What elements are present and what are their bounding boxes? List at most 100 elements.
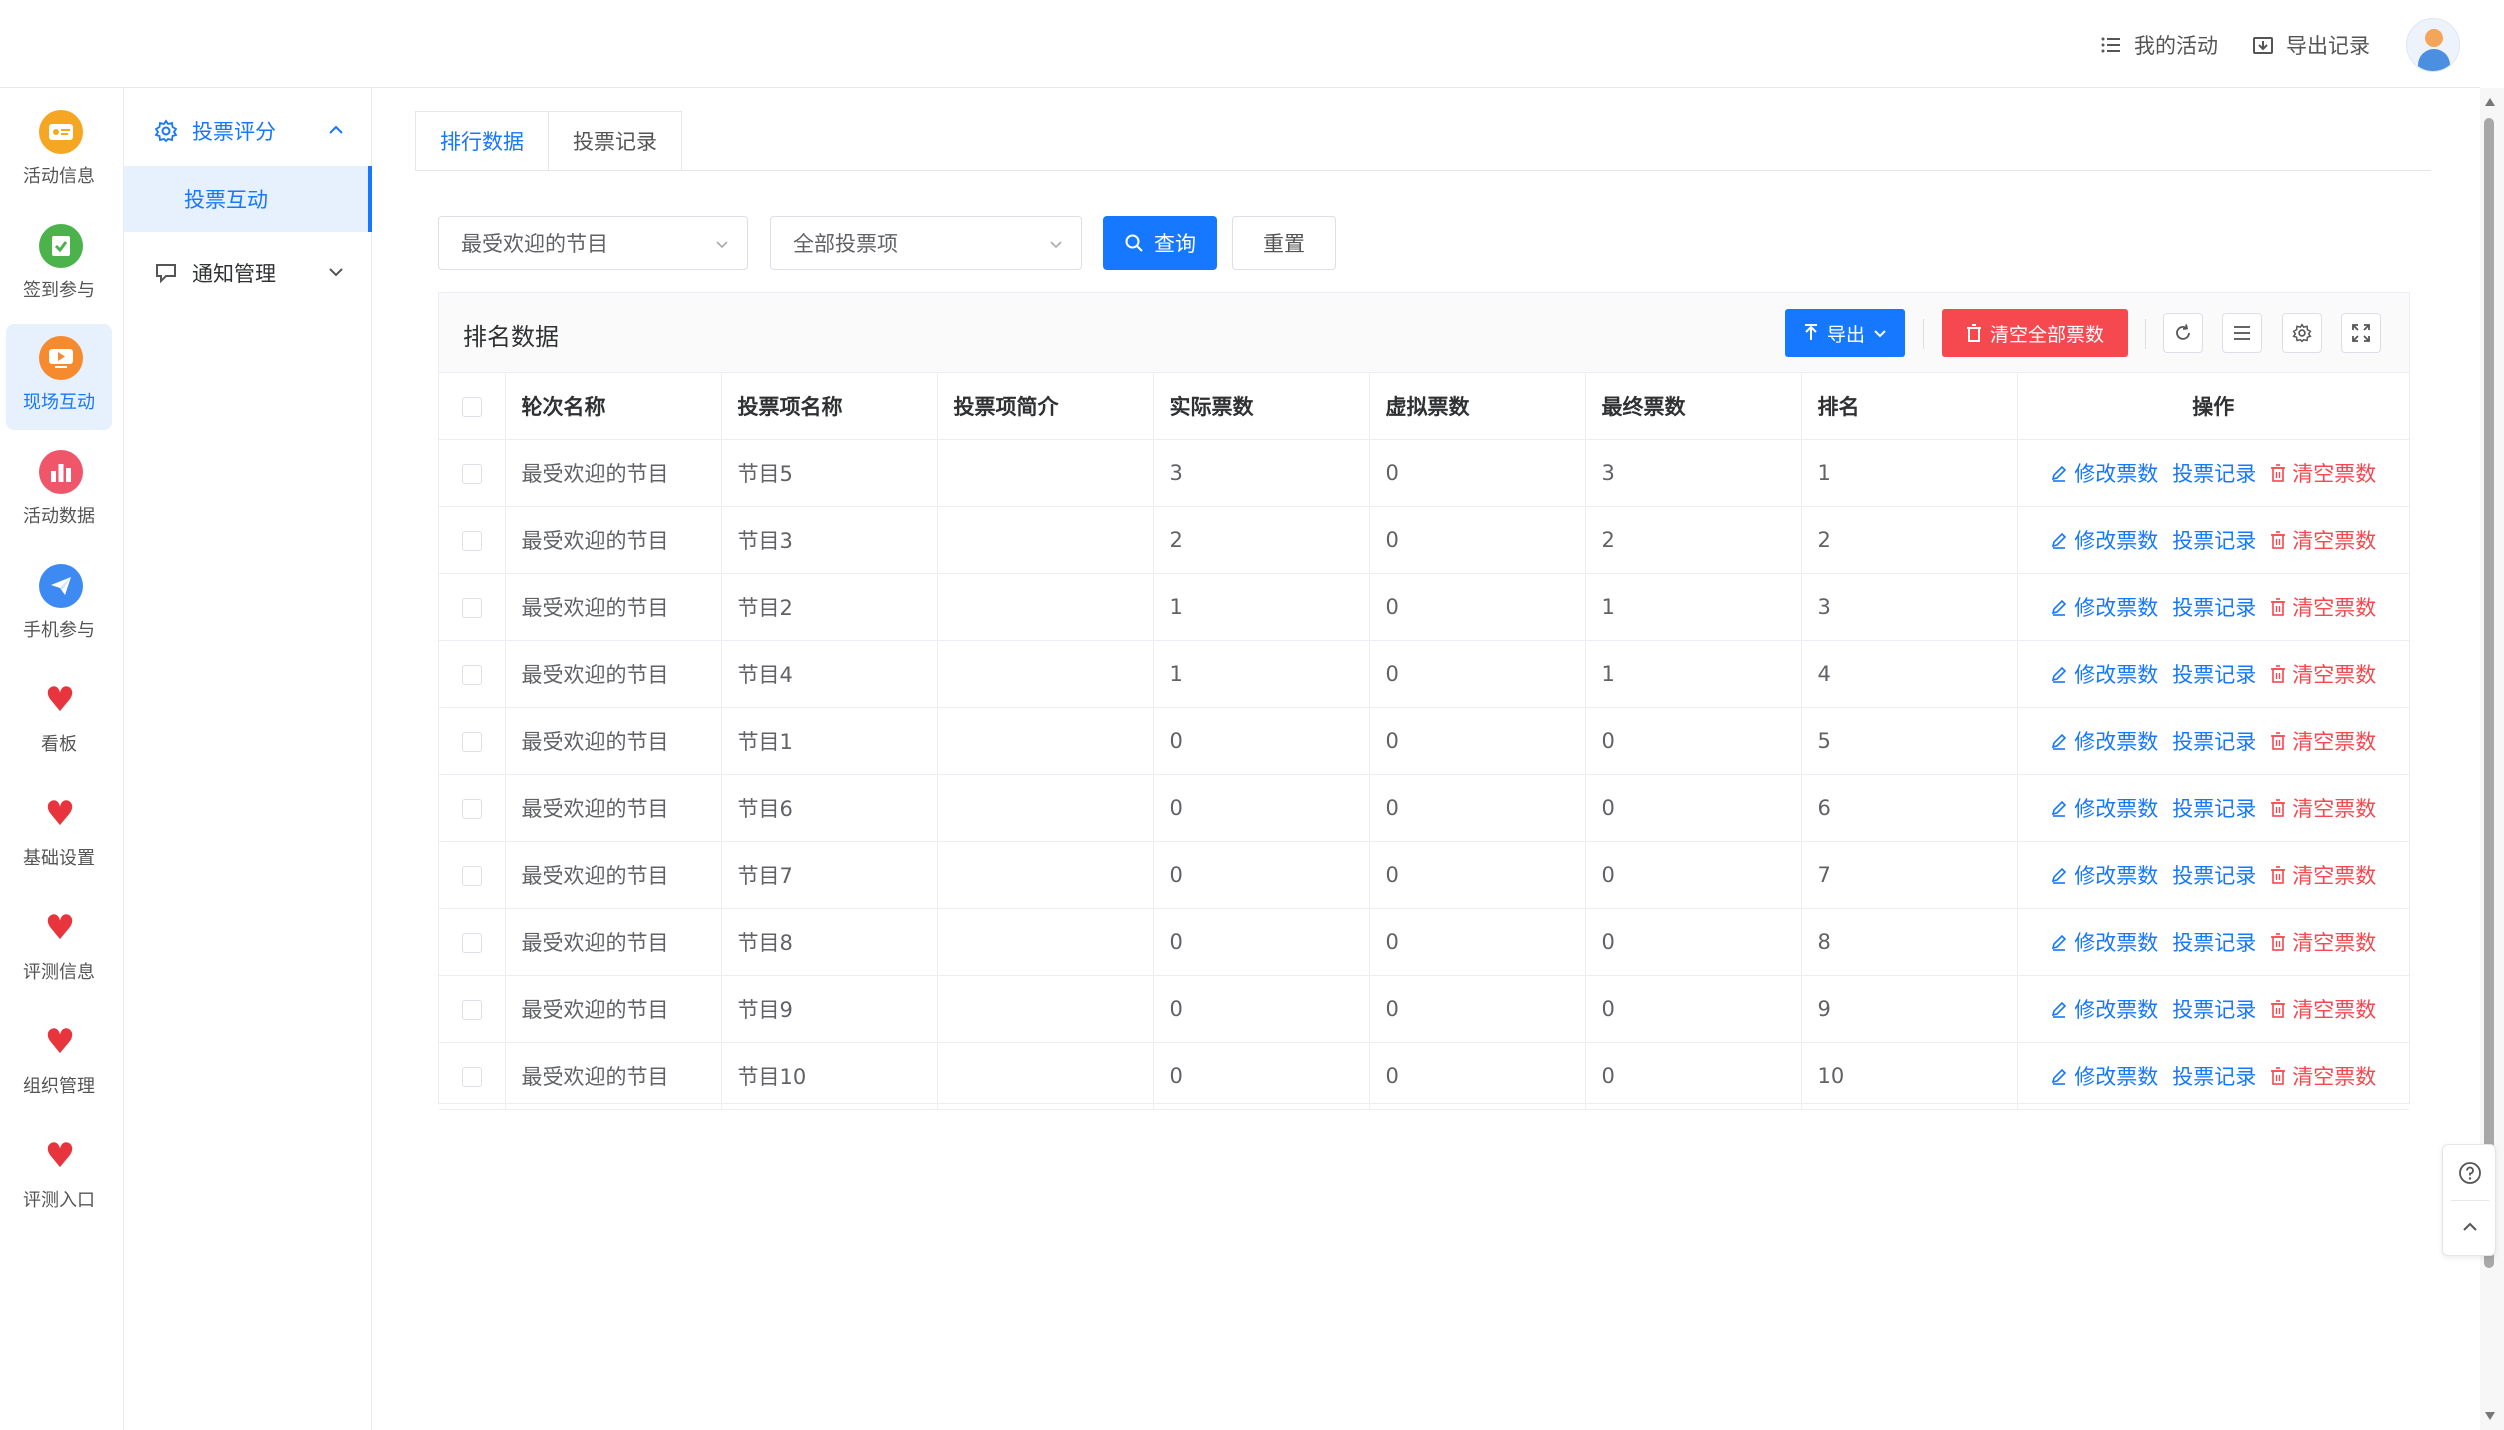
clear-votes-link[interactable]: 清空票数 xyxy=(2270,860,2376,890)
edit-votes-link[interactable]: 修改票数 xyxy=(2050,726,2158,756)
row-checkbox[interactable] xyxy=(461,463,482,484)
row-checkbox[interactable] xyxy=(461,999,482,1020)
vote-records-label: 投票记录 xyxy=(2172,1064,2257,1089)
edit-votes-link[interactable]: 修改票数 xyxy=(2050,994,2158,1024)
rail-item-live-interaction[interactable]: 现场互动 xyxy=(6,324,112,430)
actual-votes-cell: 3 xyxy=(1153,439,1370,507)
clear-all-button[interactable]: 清空全部票数 xyxy=(1942,309,2128,357)
edit-votes-link[interactable]: 修改票数 xyxy=(2050,1061,2158,1091)
vote-records-label: 投票记录 xyxy=(2172,997,2257,1022)
scrollbar-thumb[interactable] xyxy=(2484,118,2494,1268)
clear-votes-link[interactable]: 清空票数 xyxy=(2270,793,2376,823)
submenu-item-vote-interaction[interactable]: 投票互动 xyxy=(124,166,372,232)
row-checkbox[interactable] xyxy=(461,932,482,953)
rail-item-basic-settings[interactable]: ♥ 基础设置 xyxy=(6,780,112,886)
panel-header: 排名数据 导出 清空全部票数 xyxy=(439,293,2409,373)
vote-item-select[interactable]: 全部投票项 xyxy=(770,216,1082,270)
row-checkbox[interactable] xyxy=(461,597,482,618)
round-select[interactable]: 最受欢迎的节目 xyxy=(438,216,748,270)
column-header[interactable]: 虚拟票数 xyxy=(1369,373,1586,440)
rail-label: 活动信息 xyxy=(23,166,95,187)
clear-votes-link[interactable]: 清空票数 xyxy=(2270,525,2376,555)
reset-button[interactable]: 重置 xyxy=(1232,216,1336,270)
vote-records-link[interactable]: 投票记录 xyxy=(2172,458,2256,488)
rail-item-board[interactable]: ♥ 看板 xyxy=(6,666,112,772)
edit-votes-link[interactable]: 修改票数 xyxy=(2050,458,2158,488)
export-button[interactable]: 导出 xyxy=(1785,309,1905,357)
vote-records-link[interactable]: 投票记录 xyxy=(2172,659,2256,689)
tab-ranking-data[interactable]: 排行数据 xyxy=(415,111,549,171)
row-checkbox[interactable] xyxy=(461,865,482,886)
clear-votes-label: 清空票数 xyxy=(2292,997,2377,1022)
help-icon[interactable] xyxy=(2458,1161,2482,1185)
rail-item-activity-info[interactable]: 活动信息 xyxy=(6,98,112,204)
vote-records-link[interactable]: 投票记录 xyxy=(2172,793,2256,823)
edit-votes-link[interactable]: 修改票数 xyxy=(2050,927,2158,957)
column-header[interactable]: 投票项简介 xyxy=(937,373,1154,440)
submenu-group-voting[interactable]: 投票评分 xyxy=(124,96,372,166)
vote-records-link[interactable]: 投票记录 xyxy=(2172,860,2256,890)
column-settings-button[interactable] xyxy=(2282,313,2322,353)
edit-icon xyxy=(2052,532,2067,549)
back-to-top-icon[interactable] xyxy=(2460,1217,2480,1237)
clear-votes-link[interactable]: 清空票数 xyxy=(2270,659,2376,689)
row-checkbox[interactable] xyxy=(461,798,482,819)
actions-cell: 修改票数 投票记录 清空票数 xyxy=(2017,975,2409,1043)
column-header[interactable]: 投票项名称 xyxy=(721,373,938,440)
submenu-group-label: 通知管理 xyxy=(192,262,276,286)
submenu-group-notification[interactable]: 通知管理 xyxy=(124,238,372,308)
rail-item-org-management[interactable]: ♥ 组织管理 xyxy=(6,1008,112,1114)
rail-item-evaluation-entry[interactable]: ♥ 评测入口 xyxy=(6,1122,112,1228)
density-button[interactable] xyxy=(2222,313,2262,353)
my-activity-link[interactable]: 我的活动 xyxy=(2100,28,2218,62)
query-button[interactable]: 查询 xyxy=(1103,216,1217,270)
vote-records-link[interactable]: 投票记录 xyxy=(2172,927,2256,957)
edit-votes-link[interactable]: 修改票数 xyxy=(2050,793,2158,823)
row-checkbox[interactable] xyxy=(461,731,482,752)
toolbar-divider xyxy=(1923,319,1924,349)
actions-cell: 修改票数 投票记录 清空票数 xyxy=(2017,841,2409,909)
column-header[interactable]: 轮次名称 xyxy=(505,373,722,440)
row-checkbox[interactable] xyxy=(461,664,482,685)
vote-records-link[interactable]: 投票记录 xyxy=(2172,994,2256,1024)
export-records-link[interactable]: 导出记录 xyxy=(2252,28,2370,62)
row-checkbox[interactable] xyxy=(461,1066,482,1087)
scroll-down-arrow-icon[interactable] xyxy=(2484,1410,2496,1422)
row-actions: 修改票数 投票记录 清空票数 xyxy=(2034,793,2394,823)
table-row: 最受欢迎的节目 节目5 3 0 3 1 修改票数 投票记录 清空票数 xyxy=(439,439,2409,507)
edit-votes-link[interactable]: 修改票数 xyxy=(2050,592,2158,622)
clear-votes-link[interactable]: 清空票数 xyxy=(2270,994,2376,1024)
vote-records-label: 投票记录 xyxy=(2172,930,2257,955)
rail-item-mobile[interactable]: 手机参与 xyxy=(6,552,112,658)
clear-votes-link[interactable]: 清空票数 xyxy=(2270,592,2376,622)
select-all-checkbox[interactable] xyxy=(461,396,482,417)
vote-records-link[interactable]: 投票记录 xyxy=(2172,592,2256,622)
edit-votes-link[interactable]: 修改票数 xyxy=(2050,860,2158,890)
submenu-group-label: 投票评分 xyxy=(192,120,276,144)
actions-cell: 修改票数 投票记录 清空票数 xyxy=(2017,640,2409,708)
clear-votes-link[interactable]: 清空票数 xyxy=(2270,726,2376,756)
edit-votes-link[interactable]: 修改票数 xyxy=(2050,525,2158,555)
vote-records-label: 投票记录 xyxy=(2172,662,2257,687)
user-avatar[interactable] xyxy=(2406,18,2460,72)
refresh-button[interactable] xyxy=(2163,313,2203,353)
clear-votes-link[interactable]: 清空票数 xyxy=(2270,927,2376,957)
rail-item-activity-data[interactable]: 活动数据 xyxy=(6,438,112,544)
tab-vote-records[interactable]: 投票记录 xyxy=(549,111,682,171)
column-header[interactable]: 实际票数 xyxy=(1153,373,1370,440)
column-header[interactable]: 排名 xyxy=(1801,373,2018,440)
clear-votes-link[interactable]: 清空票数 xyxy=(2270,1061,2376,1091)
column-header[interactable]: 最终票数 xyxy=(1585,373,1802,440)
row-actions: 修改票数 投票记录 清空票数 xyxy=(2034,927,2394,957)
final-votes-cell: 1 xyxy=(1585,573,1802,641)
row-checkbox[interactable] xyxy=(461,530,482,551)
fullscreen-button[interactable] xyxy=(2341,313,2381,353)
edit-votes-link[interactable]: 修改票数 xyxy=(2050,659,2158,689)
vote-records-link[interactable]: 投票记录 xyxy=(2172,525,2256,555)
scroll-up-arrow-icon[interactable] xyxy=(2484,96,2496,108)
clear-votes-link[interactable]: 清空票数 xyxy=(2270,458,2376,488)
rail-item-evaluation-info[interactable]: ♥ 评测信息 xyxy=(6,894,112,1000)
rail-item-checkin[interactable]: 签到参与 xyxy=(6,212,112,318)
vote-records-link[interactable]: 投票记录 xyxy=(2172,1061,2256,1091)
vote-records-link[interactable]: 投票记录 xyxy=(2172,726,2256,756)
